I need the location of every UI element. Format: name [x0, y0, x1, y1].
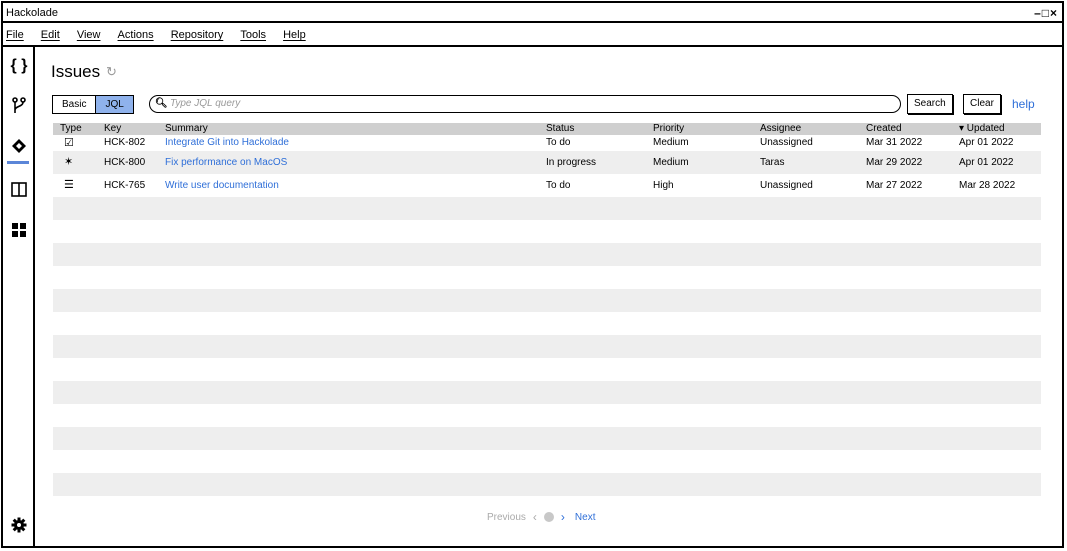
menu-help[interactable]: Help — [283, 29, 306, 41]
empty-row — [53, 197, 1041, 220]
issue-updated: Apr 01 2022 — [959, 137, 1014, 148]
empty-row — [53, 450, 1041, 473]
jql-search-input[interactable]: 🔍︎ Type JQL query — [149, 95, 901, 113]
empty-row — [53, 289, 1041, 312]
help-link[interactable]: help — [1012, 97, 1035, 111]
col-created[interactable]: Created — [866, 123, 902, 135]
clear-button[interactable]: Clear — [963, 94, 1001, 114]
col-type[interactable]: Type — [60, 123, 82, 135]
issue-summary-link[interactable]: Integrate Git into Hackolade — [165, 135, 289, 151]
menu-file[interactable]: File — [6, 29, 24, 41]
issue-status: In progress — [546, 157, 597, 168]
col-updated[interactable]: ▾ Updated — [959, 123, 1005, 135]
menu-view[interactable]: View — [77, 29, 101, 41]
search-button[interactable]: Search — [907, 94, 953, 114]
branch-icon[interactable] — [8, 95, 30, 117]
empty-row — [53, 243, 1041, 266]
left-sidebar: { } — [3, 47, 35, 546]
issue-key: HCK-800 — [104, 157, 146, 168]
issue-created: Mar 31 2022 — [866, 137, 923, 148]
col-status[interactable]: Status — [546, 123, 574, 135]
table-row[interactable]: ✶ HCK-800 Fix performance on MacOS In pr… — [53, 151, 1041, 174]
issue-summary-link[interactable]: Write user documentation — [165, 174, 279, 197]
issue-priority: Medium — [653, 137, 689, 148]
settings-icon[interactable] — [8, 514, 30, 536]
issue-status: To do — [546, 137, 571, 148]
table-header: Type Key Summary Status Priority Assigne… — [53, 123, 1041, 135]
bug-icon: ✶ — [64, 156, 74, 168]
chevron-left-icon[interactable]: ‹ — [533, 510, 537, 524]
empty-row — [53, 358, 1041, 381]
issue-assignee: Unassigned — [760, 180, 813, 191]
issue-summary-link[interactable]: Fix performance on MacOS — [165, 151, 287, 174]
issue-priority: High — [653, 180, 674, 191]
window-title: Hackolade — [6, 7, 58, 19]
search-placeholder: Type JQL query — [170, 98, 241, 109]
issue-priority: Medium — [653, 157, 689, 168]
issues-panel: Issues ↻ Basic JQL 🔍︎ Type JQL query Sea… — [35, 47, 1062, 546]
empty-row — [53, 335, 1041, 358]
search-mode-toggle: Basic JQL — [52, 95, 134, 114]
empty-row — [53, 220, 1041, 243]
pagination: Previous ‹ › Next — [487, 510, 595, 524]
task-icon: ☑ — [64, 137, 74, 149]
columns-icon[interactable] — [8, 178, 30, 200]
col-assignee[interactable]: Assignee — [760, 123, 801, 135]
empty-row — [53, 381, 1041, 404]
table-row[interactable]: ☑ HCK-802 Integrate Git into Hackolade T… — [53, 135, 1041, 151]
empty-row — [53, 266, 1041, 289]
empty-row — [53, 473, 1041, 496]
col-key[interactable]: Key — [104, 123, 121, 135]
story-list-icon: ☰ — [64, 179, 74, 191]
issue-key: HCK-802 — [104, 137, 146, 148]
braces-icon[interactable]: { } — [8, 55, 30, 77]
issue-status: To do — [546, 180, 571, 191]
empty-row — [53, 427, 1041, 450]
active-indicator — [7, 161, 29, 164]
empty-row — [53, 404, 1041, 427]
basic-toggle-button[interactable]: Basic — [53, 96, 95, 113]
next-link[interactable]: Next — [575, 512, 596, 523]
table-row[interactable]: ☰ HCK-765 Write user documentation To do… — [53, 174, 1041, 197]
page-dot[interactable] — [543, 512, 554, 522]
issue-created: Mar 27 2022 — [866, 180, 923, 191]
col-priority[interactable]: Priority — [653, 123, 684, 135]
issues-table: Type Key Summary Status Priority Assigne… — [53, 123, 1041, 519]
window-controls[interactable]: –□× — [1034, 3, 1058, 23]
col-summary[interactable]: Summary — [165, 123, 208, 135]
jira-icon[interactable] — [8, 135, 30, 157]
jql-toggle-button[interactable]: JQL — [95, 96, 133, 113]
menu-edit[interactable]: Edit — [41, 29, 60, 41]
issue-updated: Apr 01 2022 — [959, 157, 1014, 168]
chevron-right-icon[interactable]: › — [561, 510, 565, 524]
issue-created: Mar 29 2022 — [866, 157, 923, 168]
issue-assignee: Taras — [760, 157, 785, 168]
grid-icon[interactable] — [8, 219, 30, 241]
search-icon: 🔍︎ — [155, 98, 168, 109]
menu-tools[interactable]: Tools — [240, 29, 266, 41]
issue-updated: Mar 28 2022 — [959, 180, 1016, 191]
menu-actions[interactable]: Actions — [118, 29, 154, 41]
app-window: Hackolade –□× File Edit View Actions Rep… — [1, 1, 1064, 548]
page-title: Issues — [51, 62, 101, 81]
title-bar: Hackolade –□× — [3, 3, 1062, 23]
menu-bar: File Edit View Actions Repository Tools … — [3, 23, 1062, 47]
refresh-icon[interactable]: ↻ — [106, 64, 117, 80]
previous-link[interactable]: Previous — [487, 512, 526, 523]
menu-repository[interactable]: Repository — [171, 29, 224, 41]
issue-key: HCK-765 — [104, 180, 146, 191]
empty-row — [53, 312, 1041, 335]
issue-assignee: Unassigned — [760, 137, 813, 148]
